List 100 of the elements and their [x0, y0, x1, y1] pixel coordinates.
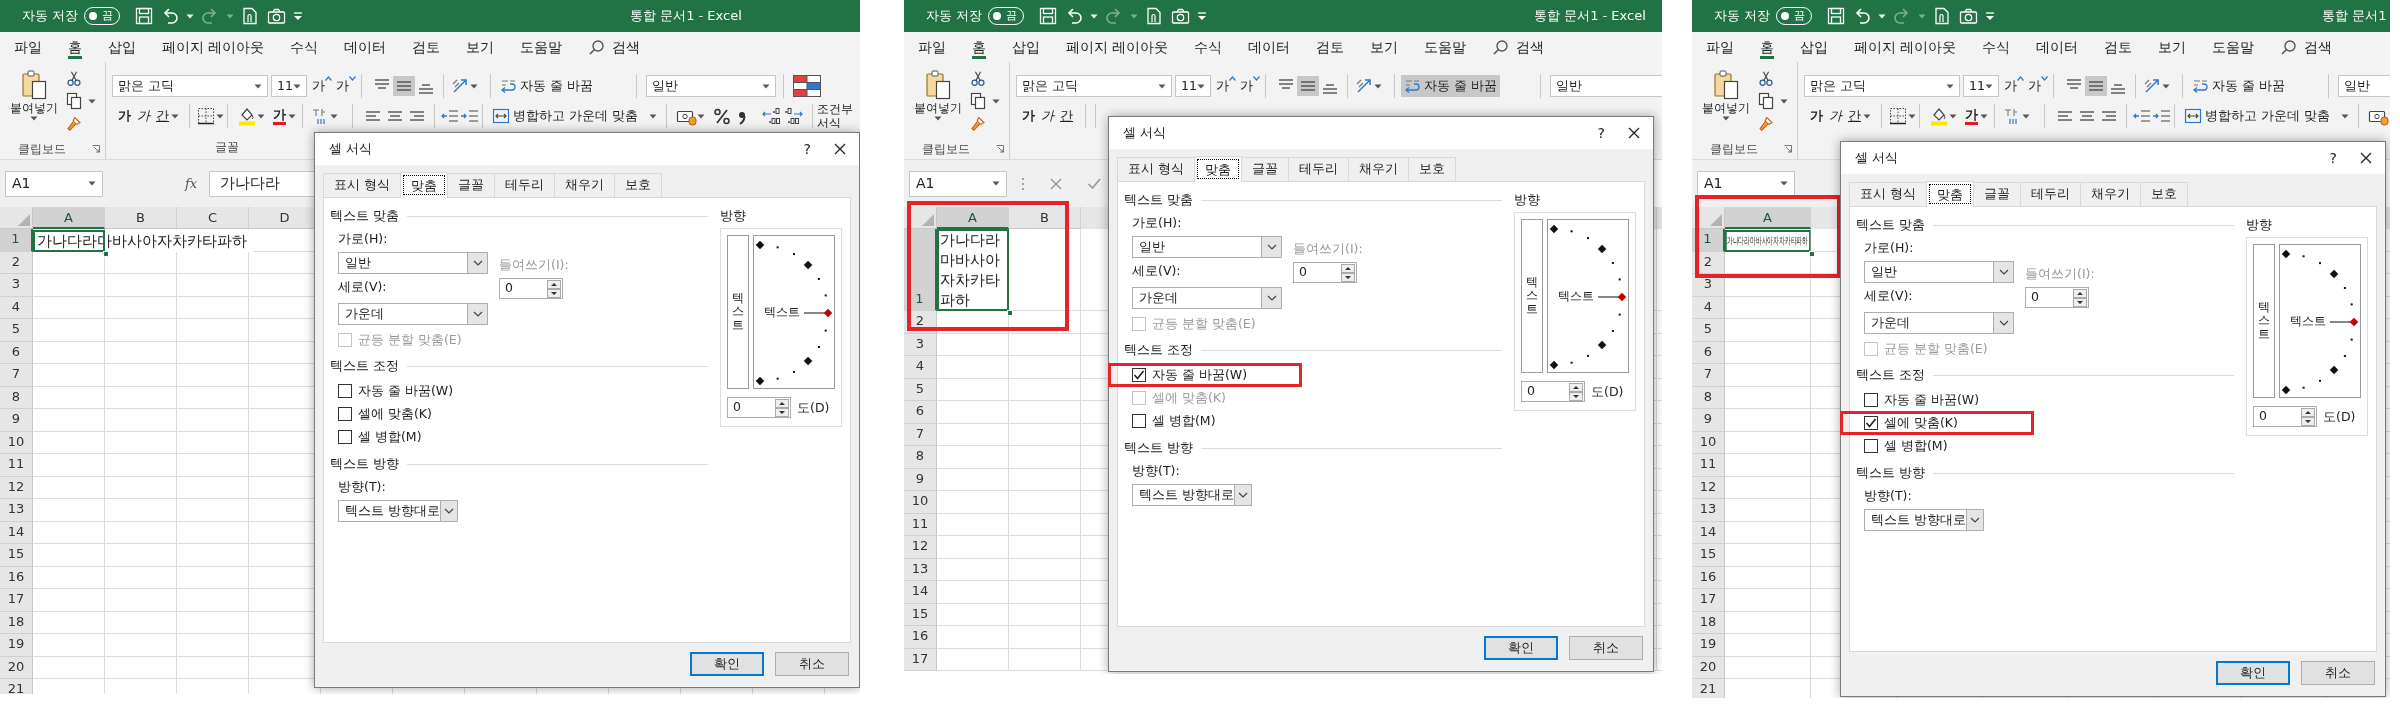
- caret-icon[interactable]: [1908, 113, 1916, 119]
- ribbon-tab[interactable]: 삽입: [1800, 35, 1828, 59]
- copy-icon[interactable]: [1756, 91, 1776, 111]
- dialog-tab[interactable]: 표시 형식: [1117, 157, 1195, 181]
- dialog-tab[interactable]: 보호: [2140, 182, 2188, 206]
- customize-icon[interactable]: [293, 11, 304, 21]
- checkbox[interactable]: [338, 430, 352, 444]
- fill-handle[interactable]: [1007, 310, 1013, 316]
- caret-icon[interactable]: [2022, 113, 2030, 119]
- fill-color-icon[interactable]: [1929, 106, 1949, 126]
- ribbon-tab[interactable]: 페이지 레이아웃: [162, 35, 265, 59]
- number-field[interactable]: 0: [1521, 381, 1585, 402]
- ribbon-tab[interactable]: 파일: [918, 35, 946, 59]
- borders-icon[interactable]: [1888, 106, 1908, 126]
- dialog-tab[interactable]: 보호: [1408, 157, 1456, 181]
- close-icon[interactable]: [833, 142, 847, 156]
- font-color-button[interactable]: 가: [1965, 107, 1978, 125]
- dial-pointer[interactable]: [2329, 317, 2359, 327]
- row-header[interactable]: 11: [0, 454, 33, 477]
- row-header[interactable]: 17: [904, 648, 937, 671]
- caret-icon[interactable]: [934, 116, 942, 121]
- copy-icon[interactable]: [968, 91, 988, 111]
- increase-font-button[interactable]: 가: [1216, 76, 1236, 96]
- row-header[interactable]: 3: [0, 274, 33, 297]
- font-color-button[interactable]: 가: [273, 107, 286, 125]
- row-header[interactable]: 7: [0, 364, 33, 387]
- caret-icon[interactable]: [88, 98, 96, 104]
- caret-icon[interactable]: [288, 113, 296, 119]
- brush-icon[interactable]: [968, 115, 988, 132]
- decrease-font-button[interactable]: 가: [1240, 76, 1260, 96]
- help-button[interactable]: ?: [1597, 122, 1605, 144]
- row-header[interactable]: 15: [1692, 544, 1725, 567]
- font-name-field[interactable]: 맑은 고딕: [1804, 75, 1960, 97]
- decrease-indent-icon[interactable]: [440, 107, 460, 125]
- checkbox[interactable]: [338, 407, 352, 421]
- dialog-tab[interactable]: 표시 형식: [323, 173, 401, 197]
- orientation-dial[interactable]: 텍스트: [1547, 219, 1629, 373]
- caret-icon[interactable]: [30, 116, 38, 121]
- caret-icon[interactable]: [293, 83, 301, 89]
- caret-icon[interactable]: [1985, 83, 1993, 89]
- search-label[interactable]: 검색: [1516, 36, 1545, 58]
- caret-icon[interactable]: [1863, 113, 1871, 119]
- italic-button[interactable]: 가: [137, 106, 150, 126]
- caret-icon[interactable]: [1946, 83, 1954, 89]
- row-header[interactable]: 3: [904, 333, 937, 356]
- search-icon[interactable]: [1492, 39, 1509, 55]
- orientation-dial[interactable]: 텍스트: [753, 235, 835, 389]
- dropdown[interactable]: 텍스트 방향대로: [1864, 509, 1984, 531]
- row-header[interactable]: 21: [1692, 679, 1725, 698]
- fill-handle[interactable]: [1809, 250, 1815, 257]
- paste-button[interactable]: 붙여넣기: [1700, 68, 1752, 132]
- middle-align-icon[interactable]: [1297, 76, 1319, 96]
- caret-icon[interactable]: [1949, 113, 1957, 119]
- row-header[interactable]: 4: [0, 296, 33, 319]
- dropdown[interactable]: 일반: [1864, 261, 2014, 283]
- number-format-field[interactable]: 일반: [1549, 75, 1662, 97]
- ribbon-tab[interactable]: 보기: [2158, 35, 2187, 59]
- row-header[interactable]: 5: [0, 319, 33, 342]
- row-header[interactable]: 9: [1692, 409, 1725, 432]
- row-header[interactable]: 8: [904, 446, 937, 469]
- ribbon-tab[interactable]: 검토: [412, 35, 441, 59]
- camera-icon[interactable]: [1958, 6, 1980, 26]
- row-header[interactable]: 20: [1692, 656, 1725, 679]
- ribbon-tab[interactable]: 수식: [1194, 35, 1223, 59]
- row-header[interactable]: 13: [1692, 499, 1725, 522]
- row-header[interactable]: 10: [1692, 431, 1725, 454]
- increase-font-button[interactable]: 가: [312, 76, 332, 96]
- dialog-button[interactable]: 취소: [2301, 661, 2375, 685]
- ribbon-tab[interactable]: 보기: [466, 35, 495, 59]
- insert-function-button[interactable]: fx: [185, 173, 198, 194]
- dropdown[interactable]: 가운데: [1132, 287, 1282, 309]
- row-header[interactable]: 10: [904, 491, 937, 514]
- ribbon-tab[interactable]: 도움말: [1424, 35, 1467, 59]
- row-header[interactable]: 13: [904, 558, 937, 581]
- increase-decimal-icon[interactable]: [760, 106, 781, 126]
- column-header[interactable]: A: [33, 207, 105, 229]
- name-box[interactable]: A1: [5, 170, 103, 197]
- row-header[interactable]: 15: [904, 603, 937, 626]
- row-header[interactable]: 5: [904, 378, 937, 401]
- caret-icon[interactable]: [2162, 83, 2170, 89]
- dialog-tab[interactable]: 맞춤: [1194, 156, 1242, 182]
- selected-cell[interactable]: 가나다라마바사아자차카타파하: [1725, 229, 1811, 252]
- middle-align-icon[interactable]: [2085, 76, 2107, 96]
- font-size-field[interactable]: 11: [271, 75, 307, 97]
- save-icon[interactable]: [134, 6, 155, 26]
- row-header[interactable]: 4: [1692, 296, 1725, 319]
- font-size-field[interactable]: 11: [1175, 75, 1211, 97]
- caret-icon[interactable]: [1878, 13, 1887, 19]
- caret-icon[interactable]: [186, 13, 195, 19]
- ribbon-tab[interactable]: 데이터: [2036, 35, 2079, 59]
- ribbon-tab[interactable]: 파일: [1706, 35, 1734, 59]
- row-header[interactable]: 7: [1692, 364, 1725, 387]
- italic-button[interactable]: 가: [1041, 106, 1054, 126]
- dialog-button[interactable]: 확인: [690, 652, 764, 676]
- row-header[interactable]: 13: [0, 499, 33, 522]
- dialog-launcher-icon[interactable]: [92, 144, 100, 153]
- row-header[interactable]: 18: [1692, 611, 1725, 634]
- vertical-text-option[interactable]: 텍스트: [727, 235, 749, 389]
- row-header[interactable]: 14: [904, 581, 937, 604]
- paste-button[interactable]: 붙여넣기: [8, 68, 60, 132]
